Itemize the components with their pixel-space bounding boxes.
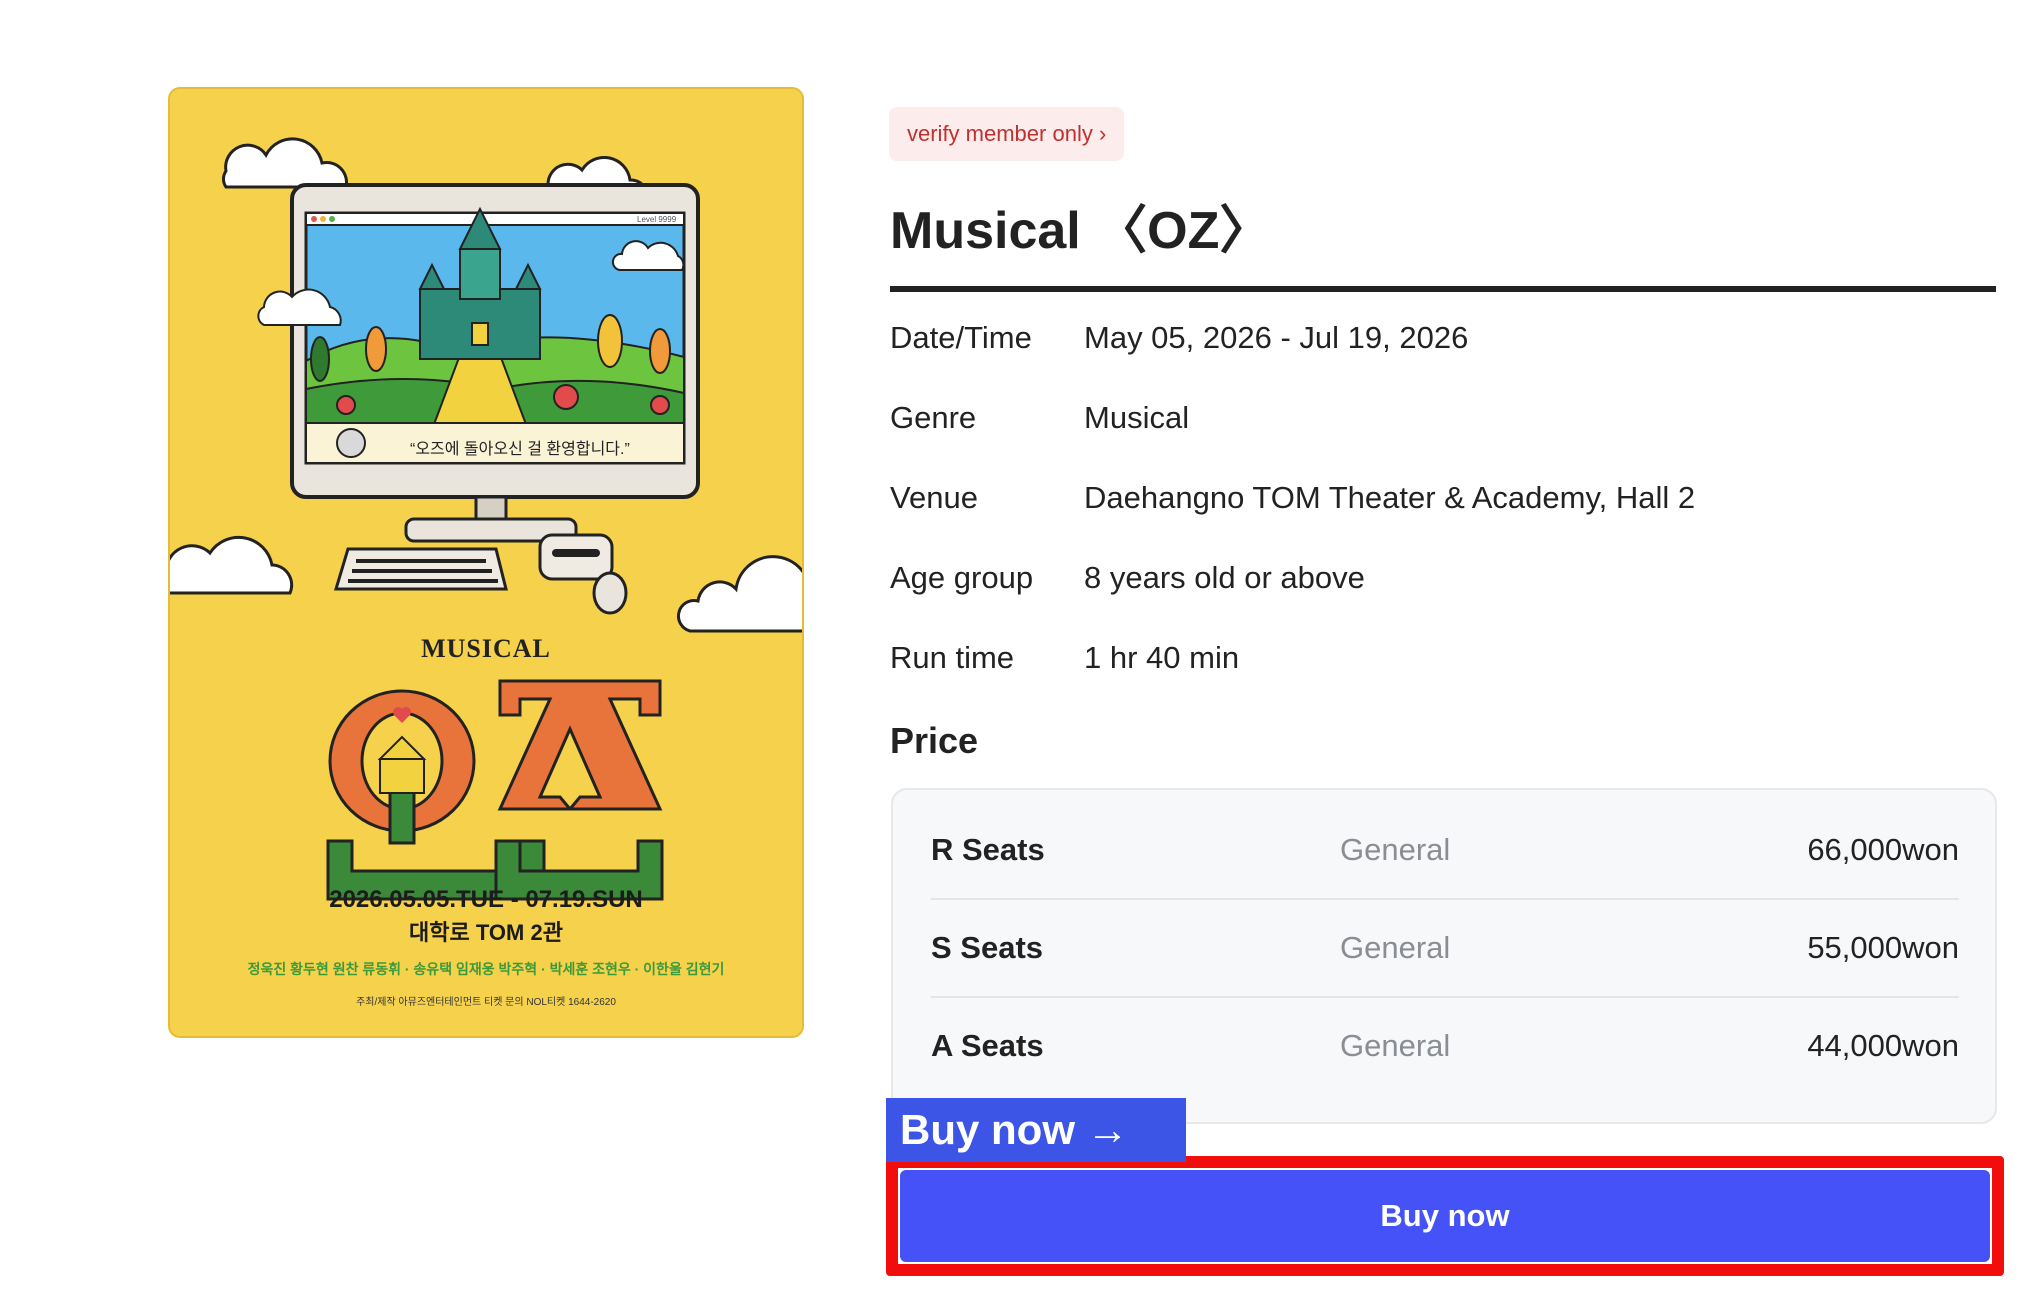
detail-value: Musical xyxy=(1084,400,1190,435)
seat-type: General xyxy=(1340,832,1451,867)
detail-value: Daehangno TOM Theater & Academy, Hall 2 xyxy=(1084,480,1696,515)
detail-label: Run time xyxy=(890,640,1015,675)
detail-value: May 05, 2026 - Jul 19, 2026 xyxy=(1084,320,1469,355)
price-row: S Seats General 55,000won xyxy=(931,900,1959,998)
poster-screen-caption: “오즈에 돌아오신 걸 환영합니다.” xyxy=(410,441,630,458)
seat-type: General xyxy=(1340,930,1451,965)
seat-type: General xyxy=(1340,1028,1451,1063)
poster-cast: 정욱진 황두현 원찬 류동휘 · 송유택 임재웅 박주혁 · 박세훈 조현우 ·… xyxy=(247,961,725,977)
detail-label: Date/Time xyxy=(890,320,1032,355)
seat-grade: R Seats xyxy=(931,832,1045,867)
price-row: A Seats General 44,000won xyxy=(931,998,1959,1096)
poster-venue: 대학로 TOM 2관 xyxy=(409,920,563,945)
poster-credits: 주최/제작 아뮤즈엔터테인먼트 티켓 문의 NOL티켓 1644-2620 xyxy=(356,997,616,1008)
page-title: Musical 〈OZ〉 xyxy=(890,202,1272,260)
detail-value: 1 hr 40 min xyxy=(1084,640,1240,675)
seat-price: 66,000won xyxy=(1807,832,1959,867)
seat-grade: A Seats xyxy=(931,1028,1044,1063)
title-divider xyxy=(890,286,1996,292)
detail-label: Genre xyxy=(890,400,977,435)
poster-dates: 2026.05.05.TUE - 07.19.SUN xyxy=(329,886,643,913)
poster-musical-word: MUSICAL xyxy=(421,634,551,663)
seat-grade: S Seats xyxy=(931,930,1044,965)
seat-price: 44,000won xyxy=(1807,1028,1959,1063)
price-heading: Price xyxy=(890,720,979,761)
detail-label: Age group xyxy=(890,560,1034,595)
buy-now-button[interactable]: Buy now xyxy=(900,1170,1990,1262)
detail-label: Venue xyxy=(890,480,978,515)
seat-price: 55,000won xyxy=(1807,930,1959,965)
price-row: R Seats General 66,000won xyxy=(931,802,1959,900)
poster-screen-level: Level 9999 xyxy=(637,215,677,224)
detail-value: 8 years old or above xyxy=(1084,560,1365,595)
verify-member-badge[interactable]: verify member only › xyxy=(889,107,1125,161)
price-table: R Seats General 66,000won S Seats Genera… xyxy=(891,788,1997,1124)
buy-now-annotation-tag: Buy now → xyxy=(886,1098,1186,1162)
poster-image: Level 9999 “오즈에 돌아오신 걸 환영합니다.” MUSICAL 2… xyxy=(168,87,804,1038)
